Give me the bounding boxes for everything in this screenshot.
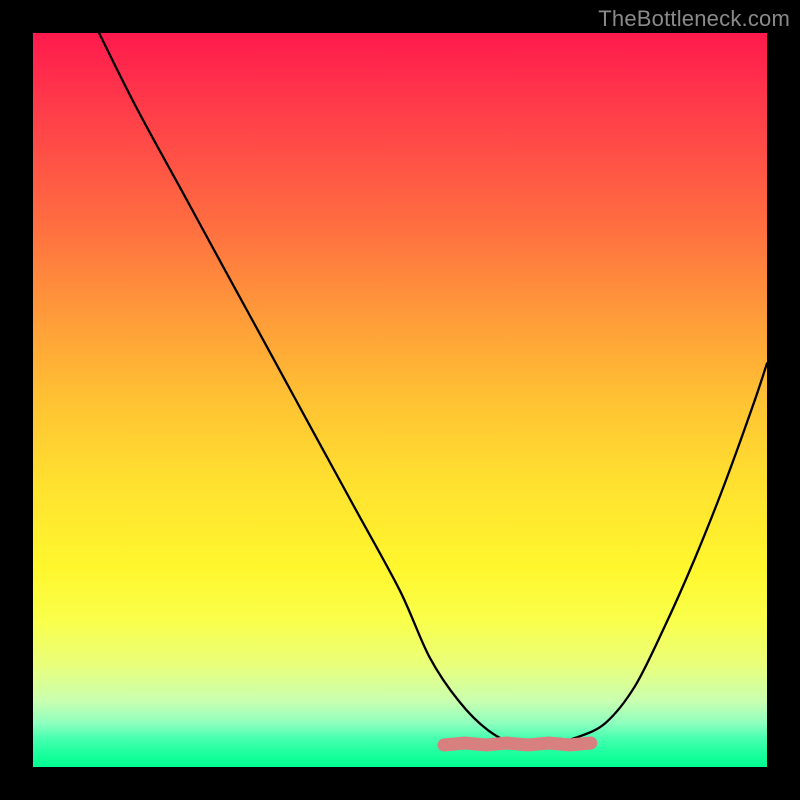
plot-area: [33, 33, 767, 767]
bottleneck-curve: [99, 33, 767, 746]
chart-frame: TheBottleneck.com: [0, 0, 800, 800]
curve-layer: [33, 33, 767, 767]
flat-region-highlight: [444, 743, 591, 745]
watermark-text: TheBottleneck.com: [598, 6, 790, 32]
